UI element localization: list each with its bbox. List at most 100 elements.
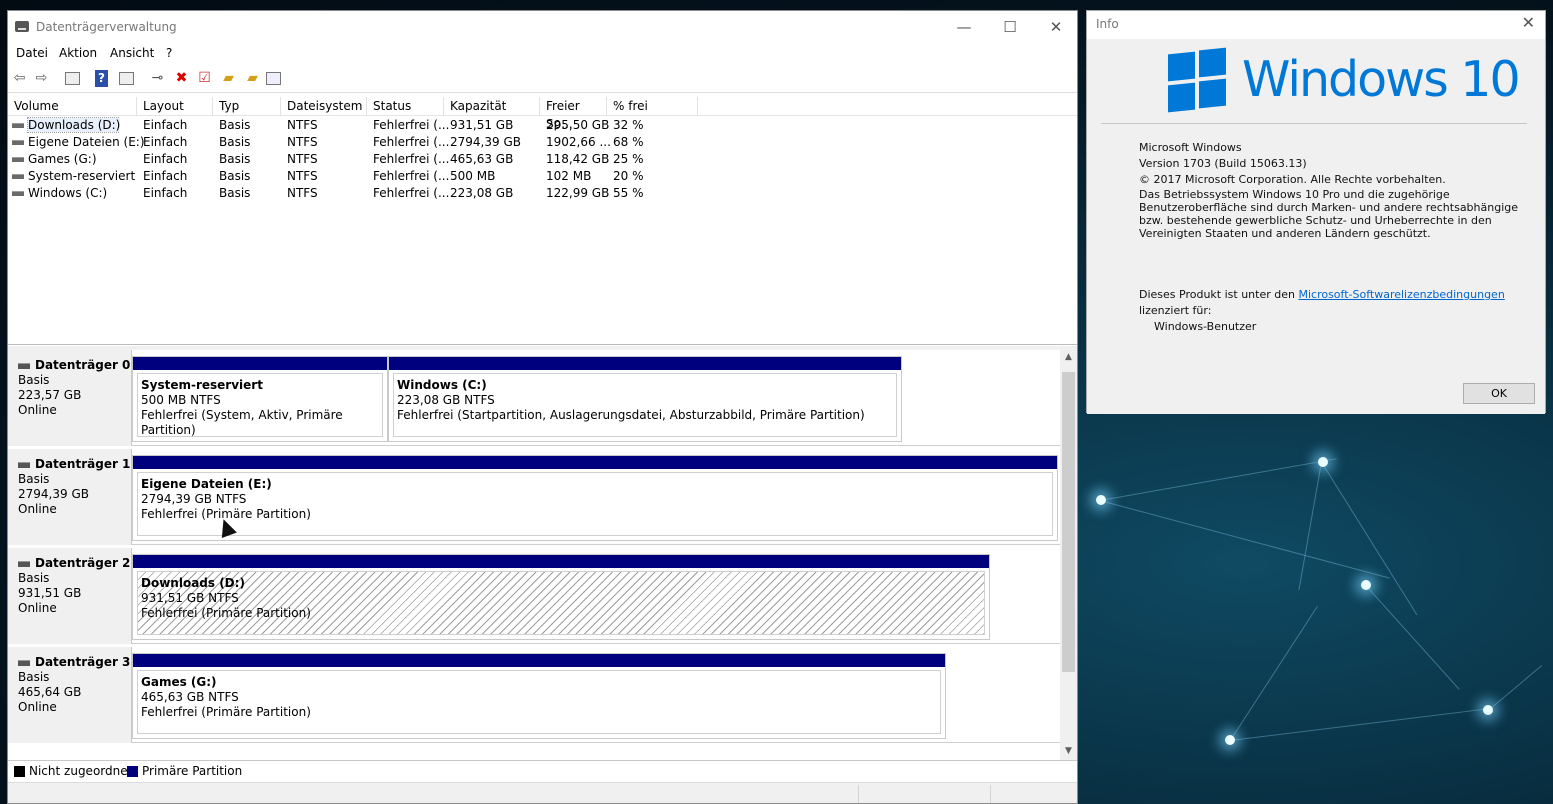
license-link[interactable]: Microsoft-Softwarelizenzbedingungen: [1298, 288, 1504, 301]
status-divider: [990, 785, 991, 803]
help-icon[interactable]: ?: [95, 70, 108, 87]
settings-icon[interactable]: [266, 72, 281, 85]
status-divider: [858, 785, 859, 803]
volume-name-cell: System-reserviert: [12, 168, 135, 185]
disk-type: Basis: [18, 670, 50, 684]
dialog-title-bar[interactable]: Info ✕: [1087, 11, 1545, 39]
volume-row[interactable]: System-reserviert Einfach Basis NTFS Fehlerf…: [8, 168, 1077, 185]
scroll-down-icon[interactable]: ▼: [1060, 746, 1077, 756]
search-folder-icon[interactable]: ▰: [244, 70, 261, 87]
column-freier-speicher[interactable]: Freier Sp...: [540, 97, 607, 131]
volume-row[interactable]: Eigene Dateien (E:) Einfach Basis NTFS Fehle…: [8, 134, 1077, 151]
volume-name: Downloads (D:): [26, 117, 121, 133]
separator: [1101, 123, 1527, 124]
menu-ansicht[interactable]: Ansicht: [110, 46, 154, 60]
about-dialog: Info ✕ Windows 10 Microsoft Windows Vers…: [1086, 10, 1546, 414]
disk-size: 2794,39 GB: [18, 487, 89, 501]
copyright-text: © 2017 Microsoft Corporation. Alle Recht…: [1139, 173, 1446, 186]
license-prefix: Dieses Produkt ist unter den: [1139, 288, 1299, 301]
column-status[interactable]: Status: [367, 97, 444, 116]
disk-size: 931,51 GB: [18, 586, 82, 600]
disk-label[interactable]: Datenträger 1 Basis 2794,39 GB Online: [8, 449, 132, 545]
menu-bar: Datei Aktion Ansicht ?: [8, 43, 1077, 65]
folder-up-icon[interactable]: ▰: [220, 70, 237, 87]
column-prozent-frei[interactable]: % frei: [607, 97, 698, 116]
legend-unallocated-swatch: [14, 766, 25, 777]
disk-label[interactable]: Datenträger 0 Basis 223,57 GB Online: [8, 350, 132, 446]
table-cell: 32 %: [613, 118, 644, 132]
disk-label[interactable]: Datenträger 3 Basis 465,64 GB Online: [8, 647, 132, 743]
column-volume[interactable]: Volume: [8, 97, 137, 116]
ok-button[interactable]: OK: [1463, 383, 1535, 404]
table-cell: Einfach: [143, 152, 188, 166]
connect-icon[interactable]: ⊸: [149, 70, 166, 87]
volume-name-cell: Downloads (D:): [12, 117, 121, 134]
title-bar[interactable]: Datenträgerverwaltung — ☐ ✕: [8, 11, 1077, 43]
disk-row: Datenträger 2 Basis 931,51 GB Online Dow…: [8, 548, 1060, 644]
disk-name: Datenträger 3: [18, 655, 131, 670]
properties-icon[interactable]: [119, 72, 134, 85]
table-cell: 118,42 GB: [546, 152, 610, 166]
table-cell: NTFS: [287, 135, 318, 149]
minimize-button[interactable]: —: [941, 11, 987, 43]
partition-name: Games (G:): [141, 675, 217, 689]
table-cell: Einfach: [143, 169, 188, 183]
column-kapazitaet[interactable]: Kapazität: [444, 97, 540, 116]
back-icon[interactable]: ⇦: [11, 70, 28, 87]
menu-aktion[interactable]: Aktion: [59, 46, 97, 60]
disk-type: Basis: [18, 373, 50, 387]
maximize-button[interactable]: ☐: [987, 11, 1033, 43]
table-cell: 500 MB: [450, 169, 496, 183]
partition[interactable]: Eigene Dateien (E:) 2794,39 GB NTFS Fehl…: [132, 455, 1058, 541]
console-tree-icon[interactable]: [65, 72, 80, 85]
menu-help[interactable]: ?: [166, 46, 172, 60]
scroll-thumb[interactable]: [1062, 372, 1075, 672]
column-dateisystem[interactable]: Dateisystem: [281, 97, 367, 116]
disk-view-scrollbar[interactable]: ▲ ▼: [1060, 350, 1077, 760]
table-cell: NTFS: [287, 169, 318, 183]
disk-state: Online: [18, 502, 57, 516]
volume-list: Volume Layout Typ Dateisystem Status Kap…: [8, 95, 1077, 345]
partition[interactable]: Windows (C:) 223,08 GB NTFS Fehlerfrei (…: [388, 356, 902, 442]
disk-management-icon: [15, 21, 29, 32]
disk-state: Online: [18, 700, 57, 714]
table-cell: Fehlerfrei (...: [373, 186, 450, 200]
menu-datei[interactable]: Datei: [16, 46, 48, 60]
disk-label[interactable]: Datenträger 2 Basis 931,51 GB Online: [8, 548, 132, 644]
volume-row[interactable]: Games (G:) Einfach Basis NTFS Fehlerfrei (..…: [8, 151, 1077, 168]
partition[interactable]: Downloads (D:) 931,51 GB NTFS Fehlerfrei…: [132, 554, 990, 640]
partition[interactable]: System-reserviert 500 MB NTFS Fehlerfrei…: [132, 356, 388, 442]
column-typ[interactable]: Typ: [213, 97, 281, 116]
column-layout[interactable]: Layout: [137, 97, 213, 116]
check-icon[interactable]: ☑: [196, 70, 213, 87]
partition-bar: [133, 456, 1057, 469]
disk-name: Datenträger 1: [18, 457, 131, 472]
forward-icon[interactable]: ⇨: [33, 70, 50, 87]
table-cell: Basis: [219, 135, 251, 149]
volume-row[interactable]: Windows (C:) Einfach Basis NTFS Fehlerfrei (…: [8, 185, 1077, 202]
scroll-up-icon[interactable]: ▲: [1060, 352, 1077, 362]
windows-logo-icon: [1168, 47, 1226, 113]
volume-row[interactable]: Downloads (D:) Einfach Basis NTFS Fehlerfrei…: [8, 117, 1077, 134]
table-cell: Fehlerfrei (...: [373, 118, 450, 132]
volume-name: Games (G:): [28, 152, 97, 166]
partition-bar: [133, 357, 387, 370]
volume-name: System-reserviert: [28, 169, 136, 183]
window-title: Datenträgerverwaltung: [36, 20, 177, 34]
partition-size: 465,63 GB NTFS: [141, 690, 239, 704]
disk-row: Datenträger 1 Basis 2794,39 GB Online Ei…: [8, 449, 1060, 545]
partition-status: Fehlerfrei (Primäre Partition): [141, 507, 311, 521]
disk-name: Datenträger 2: [18, 556, 131, 571]
partition-bar: [133, 654, 945, 667]
disk-state: Online: [18, 601, 57, 615]
table-cell: 1902,66 ...: [546, 135, 611, 149]
partition[interactable]: Games (G:) 465,63 GB NTFS Fehlerfrei (Pr…: [132, 653, 946, 739]
disk-row: Datenträger 0 Basis 223,57 GB Online Sys…: [8, 350, 1060, 446]
disk-size: 465,64 GB: [18, 685, 82, 699]
close-button[interactable]: ✕: [1033, 11, 1077, 43]
volume-drive-icon: [12, 174, 24, 179]
license-suffix: lizenziert für:: [1139, 304, 1212, 317]
dialog-close-icon[interactable]: ✕: [1522, 13, 1535, 32]
volume-drive-icon: [12, 191, 24, 196]
delete-icon[interactable]: ✖: [173, 70, 190, 87]
